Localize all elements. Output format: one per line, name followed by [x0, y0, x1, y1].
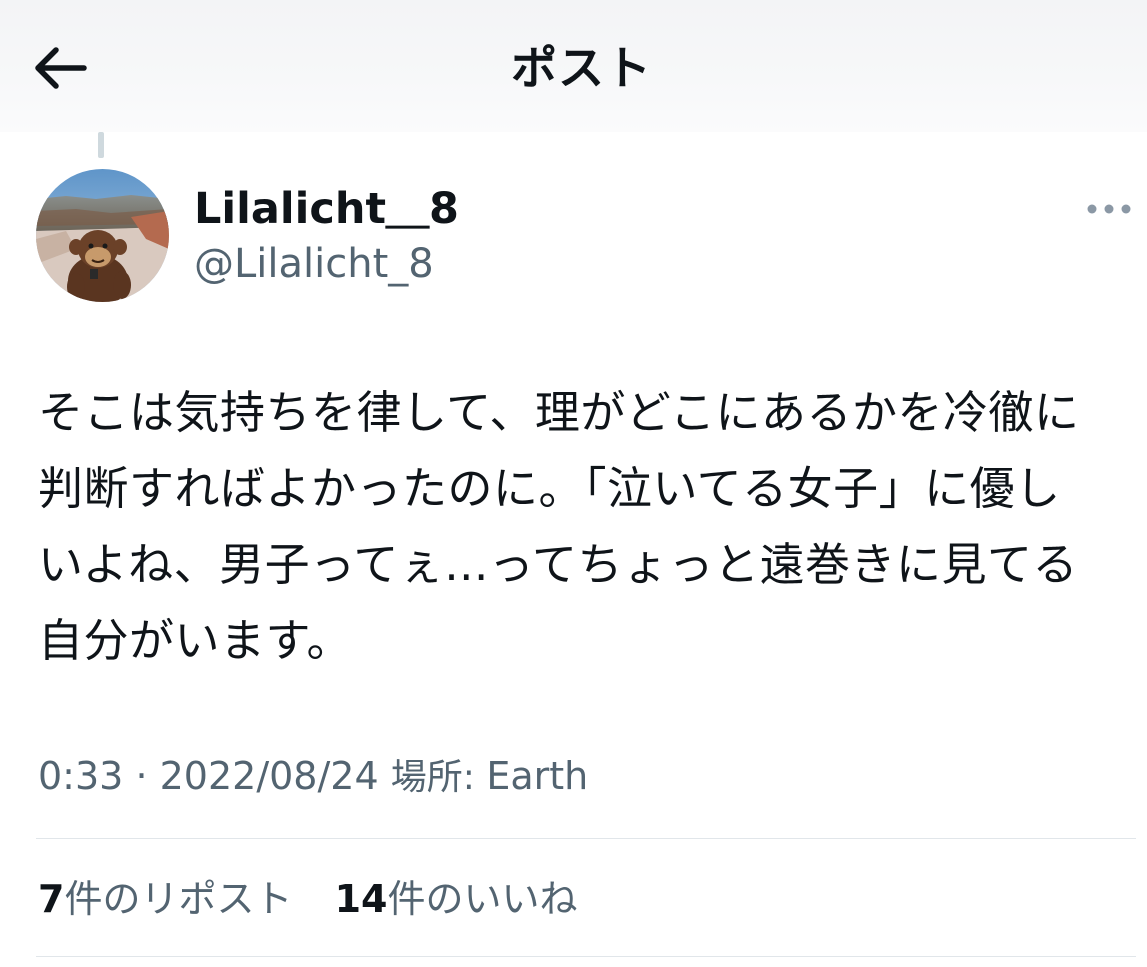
likes-label: 件のいいね [387, 877, 578, 921]
engagement-stats: 7件のリポスト 14件のいいね [38, 872, 577, 926]
reposts-count: 7 [38, 877, 65, 921]
likes-stat[interactable]: 14件のいいね [335, 872, 578, 926]
likes-count: 14 [334, 877, 388, 921]
top-navigation-bar: ポスト [0, 0, 1147, 132]
divider [36, 838, 1136, 839]
more-options-button[interactable] [1080, 192, 1138, 226]
thread-connector-line [98, 132, 104, 158]
avatar[interactable] [36, 169, 169, 302]
author-display-name[interactable]: Lilalicht＿8 [194, 182, 459, 236]
post-text-line: そこは気持ちを律して、理がどこにあるかを冷徹に [38, 386, 1080, 439]
divider [36, 956, 1136, 957]
post-date[interactable]: 2022/08/24 [160, 754, 379, 798]
post-time[interactable]: 0:33 [38, 754, 123, 798]
avatar-image [36, 169, 169, 302]
location-label: 場所: [390, 757, 487, 798]
post-metadata: 0:33 · 2022/08/24 場所: Earth [38, 750, 588, 804]
post-text: そこは気持ちを律して、理がどこにあるかを冷徹に 判断すればよかったのに。「泣いて… [38, 375, 1138, 679]
post-text-line: 自分がいます。 [38, 614, 353, 667]
post-text-line: 判断すればよかったのに。「泣いてる女子」に優し [38, 462, 1061, 515]
post-text-line: いよね、男子ってぇ...ってちょっと遠巻きに見てる [38, 538, 1079, 591]
meta-separator: · [135, 754, 148, 798]
author-handle[interactable]: @Lilalicht_8 [194, 239, 434, 289]
reposts-label: 件のリポスト [64, 877, 293, 921]
page-title: ポスト [511, 41, 652, 95]
more-horizontal-icon [1087, 204, 1131, 214]
reposts-stat[interactable]: 7件のリポスト [38, 872, 292, 926]
location-name[interactable]: Earth [486, 754, 588, 798]
